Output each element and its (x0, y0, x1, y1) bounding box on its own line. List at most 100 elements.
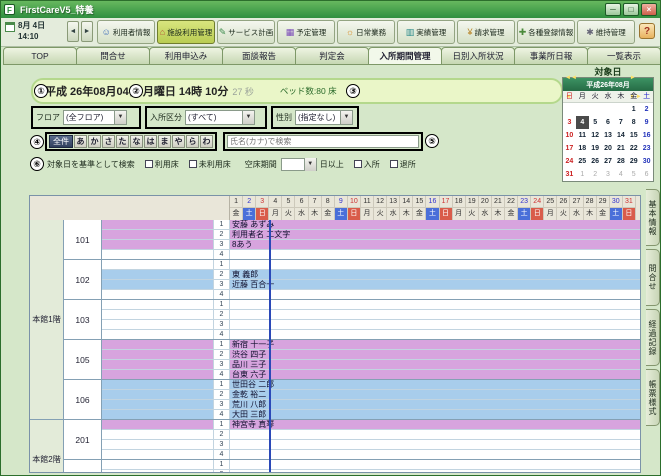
calendar-day[interactable]: 5 (627, 168, 640, 181)
calendar-day[interactable]: 27 (602, 155, 615, 168)
kana-key[interactable]: た (116, 135, 129, 148)
maximize-button[interactable]: □ (623, 3, 639, 16)
calendar-day[interactable]: 4 (576, 116, 589, 129)
toolbar-button[interactable]: ☺利用者情報 (97, 20, 155, 44)
calendar-day[interactable]: 8 (627, 116, 640, 129)
bed-occupancy-row[interactable] (230, 310, 640, 319)
kana-key[interactable]: は (144, 135, 157, 148)
bed-occupancy-row[interactable]: 大田 三郎 (230, 410, 640, 419)
bed-occupancy-row[interactable]: 8あう (230, 240, 640, 249)
kana-key[interactable]: わ (200, 135, 213, 148)
bed-occupancy-row[interactable] (230, 320, 640, 329)
calendar-day[interactable]: 7 (614, 116, 627, 129)
kana-key[interactable]: さ (102, 135, 115, 148)
calendar-day[interactable]: 3 (563, 116, 576, 129)
admission-checkbox[interactable] (354, 160, 362, 168)
calendar-day[interactable]: 4 (614, 168, 627, 181)
calendar-day[interactable]: 14 (614, 129, 627, 142)
calendar-day[interactable]: 24 (563, 155, 576, 168)
kana-key[interactable]: な (130, 135, 143, 148)
toolbar-button[interactable]: ⌂施設利用管理 (157, 20, 215, 44)
calendar-day[interactable]: 22 (627, 142, 640, 155)
side-tab[interactable]: 問合せ (646, 249, 660, 306)
tab-item[interactable]: TOP (3, 47, 77, 65)
all-records-button[interactable]: 全件 (49, 135, 73, 148)
close-button[interactable]: × (641, 3, 657, 16)
calendar-day[interactable]: 12 (589, 129, 602, 142)
calendar-day[interactable]: 19 (589, 142, 602, 155)
toolbar-button[interactable]: ▦予定管理 (277, 20, 335, 44)
calendar-day[interactable]: 21 (614, 142, 627, 155)
tab-item[interactable]: 判定会 (295, 47, 369, 65)
bed-occupancy-row[interactable]: 近藤 百合一 (230, 280, 640, 289)
name-search-input[interactable] (227, 135, 419, 148)
calendar-day[interactable]: 9 (640, 116, 653, 129)
forward-button[interactable]: ► (81, 21, 93, 42)
bed-occupancy-row[interactable] (230, 440, 640, 449)
toolbar-button[interactable]: ✚各種登録情報 (517, 20, 575, 44)
side-tab[interactable]: 帳票様式 (646, 369, 660, 426)
calendar-day[interactable]: 28 (614, 155, 627, 168)
kana-key[interactable]: ら (186, 135, 199, 148)
calendar-day[interactable]: 13 (602, 129, 615, 142)
calendar-day[interactable]: 29 (627, 155, 640, 168)
minimize-button[interactable]: ─ (605, 3, 621, 16)
tab-item[interactable]: 日別入所状況 (441, 47, 515, 65)
bed-occupancy-row[interactable]: 神宮寺 真琴 (230, 420, 640, 429)
calendar-day[interactable]: 23 (640, 142, 653, 155)
gender-select[interactable]: (指定なし) ▼ (295, 110, 353, 125)
bed-occupancy-row[interactable]: 金乾 裕二 (230, 390, 640, 399)
calendar-day[interactable]: 1 (576, 168, 589, 181)
next-month-icon[interactable]: ► (630, 75, 636, 81)
calendar-day[interactable]: 26 (589, 155, 602, 168)
calendar-day[interactable]: 16 (640, 129, 653, 142)
side-tab[interactable]: 基本情報 (646, 189, 660, 246)
bed-occupancy-row[interactable] (230, 430, 640, 439)
bed-occupancy-row[interactable]: 荒川 八郎 (230, 400, 640, 409)
bed-occupancy-row[interactable]: 東 義郎 (230, 270, 640, 279)
bed-occupancy-row[interactable] (230, 450, 640, 459)
bed-occupancy-row[interactable]: 安藤 あずみ (230, 220, 640, 229)
prev-year-icon[interactable]: ◄◄ (565, 75, 577, 81)
toolbar-button[interactable]: ¥請求管理 (457, 20, 515, 44)
bed-occupancy-row[interactable]: 品川 三子 (230, 360, 640, 369)
kana-key[interactable]: ま (158, 135, 171, 148)
tab-item[interactable]: 利用申込み (149, 47, 223, 65)
back-button[interactable]: ◄ (67, 21, 79, 42)
bed-occupancy-row[interactable] (230, 250, 640, 259)
calendar-day[interactable]: 25 (576, 155, 589, 168)
calendar-day[interactable]: 2 (589, 168, 602, 181)
toolbar-button[interactable]: ✱維持管理 (577, 20, 635, 44)
bed-occupancy-row[interactable]: 利用者名 二文字 (230, 230, 640, 239)
calendar-day[interactable]: 6 (640, 168, 653, 181)
bed-occupancy-row[interactable]: 渋谷 四子 (230, 350, 640, 359)
unused-bed-checkbox[interactable] (189, 160, 197, 168)
calendar-day[interactable]: 6 (602, 116, 615, 129)
toolbar-button[interactable]: ▥実績管理 (397, 20, 455, 44)
bed-occupancy-row[interactable]: 台東 六子 (230, 370, 640, 379)
kana-key[interactable]: あ (74, 135, 87, 148)
calendar-day[interactable]: 17 (563, 142, 576, 155)
help-button[interactable]: ? (639, 23, 655, 39)
bed-occupancy-row[interactable] (230, 470, 640, 473)
calendar-day[interactable]: 15 (627, 129, 640, 142)
calendar-day[interactable]: 31 (563, 168, 576, 181)
used-bed-checkbox[interactable] (145, 160, 153, 168)
calendar-day[interactable]: 3 (602, 168, 615, 181)
discharge-checkbox[interactable] (390, 160, 398, 168)
kana-key[interactable]: か (88, 135, 101, 148)
floor-select[interactable]: (全フロア) ▼ (63, 110, 127, 125)
bed-occupancy-row[interactable] (230, 300, 640, 309)
calendar-day[interactable]: 20 (602, 142, 615, 155)
vacancy-period-select[interactable]: ▼ (281, 158, 317, 171)
bed-occupancy-row[interactable]: 世田谷 二郎 (230, 380, 640, 389)
bed-occupancy-row[interactable] (230, 460, 640, 469)
bed-occupancy-row[interactable] (230, 290, 640, 299)
tab-item[interactable]: 事業所日報 (514, 47, 588, 65)
calendar-day[interactable]: 30 (640, 155, 653, 168)
tab-item[interactable]: 問合せ (76, 47, 150, 65)
bed-occupancy-row[interactable] (230, 330, 640, 339)
tab-item[interactable]: 面談報告 (222, 47, 296, 65)
bed-occupancy-row[interactable]: 新宿 十一子 (230, 340, 640, 349)
bed-occupancy-row[interactable] (230, 260, 640, 269)
